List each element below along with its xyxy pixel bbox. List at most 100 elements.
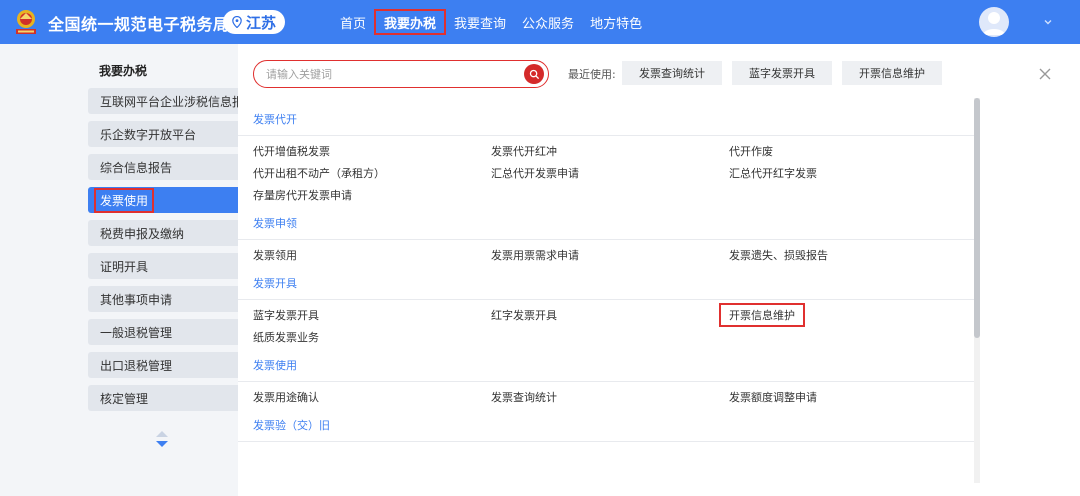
sidebar-list: 互联网平台企业涉税信息报送 乐企数字开放平台 综合信息报告 发票使用 税费申报及… bbox=[88, 88, 238, 418]
service-label: 发票代开红冲 bbox=[491, 145, 557, 158]
service-link[interactable]: 纸质发票业务 bbox=[253, 328, 491, 346]
section-title: 发票验（交）旧 bbox=[238, 412, 974, 442]
recent-label: 最近使用: bbox=[568, 68, 616, 81]
service-label: 代开增值税发票 bbox=[253, 145, 330, 158]
section-title: 发票使用 bbox=[238, 352, 974, 382]
section-items: 蓝字发票开具 红字发票开具 开票信息维护 纸质发票业务 bbox=[238, 300, 978, 352]
region-label: 江苏 bbox=[245, 13, 276, 32]
service-label: 汇总代开红字发票 bbox=[729, 167, 817, 180]
sidebar-item-label: 出口退税管理 bbox=[100, 358, 173, 373]
nav-home[interactable]: 首页 bbox=[332, 8, 374, 36]
search-button[interactable] bbox=[524, 64, 544, 84]
section-items: 发票用途确认 发票查询统计 发票额度调整申请 bbox=[238, 382, 978, 412]
section-invoice-verify: 发票验（交）旧 bbox=[238, 412, 978, 442]
close-icon[interactable] bbox=[1038, 67, 1052, 81]
service-link[interactable]: 发票用途确认 bbox=[253, 388, 491, 406]
scrollbar-thumb[interactable] bbox=[974, 98, 980, 338]
service-label: 代开出租不动产（承租方） bbox=[253, 167, 385, 180]
recent-chip[interactable]: 蓝字发票开具 bbox=[732, 61, 832, 85]
scrollbar[interactable] bbox=[974, 98, 980, 483]
service-label: 开票信息维护 bbox=[719, 303, 805, 327]
service-label: 发票领用 bbox=[253, 249, 297, 262]
recent-chip[interactable]: 开票信息维护 bbox=[842, 61, 942, 85]
service-label: 发票额度调整申请 bbox=[729, 391, 817, 404]
service-label: 红字发票开具 bbox=[491, 309, 557, 322]
sidebar-title: 我要办税 bbox=[99, 64, 148, 78]
sidebar-item-label: 互联网平台企业涉税信息报送 bbox=[100, 94, 238, 109]
sidebar-item-label: 综合信息报告 bbox=[100, 160, 173, 175]
section-invoice-issue: 发票开具 蓝字发票开具 红字发票开具 开票信息维护 纸质发票业务 bbox=[238, 270, 978, 352]
sidebar-item-leqi-platform[interactable]: 乐企数字开放平台 bbox=[88, 121, 238, 147]
nav-do-tax[interactable]: 我要办税 bbox=[374, 9, 447, 35]
section-title: 发票申领 bbox=[238, 210, 974, 240]
service-label: 发票查询统计 bbox=[491, 391, 557, 404]
sidebar-item-certificate[interactable]: 证明开具 bbox=[88, 253, 238, 279]
section-title: 发票代开 bbox=[238, 106, 974, 136]
sidebar-item-label: 核定管理 bbox=[100, 391, 149, 406]
sidebar-item-label: 一般退税管理 bbox=[100, 325, 173, 340]
service-label: 代开作废 bbox=[729, 145, 773, 158]
sidebar-item-label: 税费申报及缴纳 bbox=[100, 226, 185, 241]
service-label: 存量房代开发票申请 bbox=[253, 189, 352, 202]
sidebar-item-platform-report[interactable]: 互联网平台企业涉税信息报送 bbox=[88, 88, 238, 114]
service-link[interactable]: 发票额度调整申请 bbox=[729, 388, 979, 406]
service-link[interactable]: 汇总代开发票申请 bbox=[491, 164, 729, 182]
section-title: 发票开具 bbox=[238, 270, 974, 300]
top-header: 全国统一规范电子税务局 江苏 首页 我要办税 我要查询 公众服务 地方特色 bbox=[0, 0, 1080, 44]
service-link[interactable]: 发票遗失、损毁报告 bbox=[729, 246, 979, 264]
search-box bbox=[253, 60, 549, 88]
service-link[interactable]: 代开增值税发票 bbox=[253, 142, 491, 160]
nav-public-service[interactable]: 公众服务 bbox=[514, 8, 582, 36]
sidebar-item-export-refund[interactable]: 出口退税管理 bbox=[88, 352, 238, 378]
search-icon bbox=[529, 69, 539, 79]
sidebar-item-tax-filing[interactable]: 税费申报及缴纳 bbox=[88, 220, 238, 246]
service-list: 发票代开 代开增值税发票 发票代开红冲 代开作废 代开出租不动产（承租方） 汇总… bbox=[238, 106, 978, 442]
section-invoice-agent: 发票代开 代开增值税发票 发票代开红冲 代开作废 代开出租不动产（承租方） 汇总… bbox=[238, 106, 978, 210]
service-link[interactable]: 发票查询统计 bbox=[491, 388, 729, 406]
service-link[interactable]: 发票领用 bbox=[253, 246, 491, 264]
sidebar-item-invoice-use[interactable]: 发票使用 bbox=[88, 187, 238, 213]
recent-chip[interactable]: 发票查询统计 bbox=[622, 61, 722, 85]
main-panel: 最近使用: 发票查询统计 蓝字发票开具 开票信息维护 发票代开 代开增值税发票 … bbox=[238, 44, 1080, 496]
service-label: 纸质发票业务 bbox=[253, 331, 319, 344]
service-link[interactable]: 存量房代开发票申请 bbox=[253, 186, 491, 204]
service-link-highlighted[interactable]: 开票信息维护 bbox=[719, 303, 979, 327]
sidebar-item-label: 乐企数字开放平台 bbox=[100, 127, 197, 142]
service-link[interactable]: 代开出租不动产（承租方） bbox=[253, 164, 491, 182]
site-brand[interactable]: 全国统一规范电子税务局 bbox=[48, 11, 230, 35]
main-nav: 首页 我要办税 我要查询 公众服务 地方特色 bbox=[332, 0, 650, 44]
service-link[interactable]: 发票代开红冲 bbox=[491, 142, 729, 160]
section-items: 代开增值税发票 发票代开红冲 代开作废 代开出租不动产（承租方） 汇总代开发票申… bbox=[238, 136, 978, 210]
sidebar: 我要办税 互联网平台企业涉税信息报送 乐企数字开放平台 综合信息报告 发票使用 … bbox=[0, 44, 238, 496]
section-invoice-use: 发票使用 发票用途确认 发票查询统计 发票额度调整申请 bbox=[238, 352, 978, 412]
service-label: 蓝字发票开具 bbox=[253, 309, 319, 322]
section-invoice-apply: 发票申领 发票领用 发票用票需求申请 发票遗失、损毁报告 bbox=[238, 210, 978, 270]
search-input[interactable] bbox=[264, 65, 514, 83]
user-icon bbox=[983, 12, 1005, 35]
service-link[interactable]: 红字发票开具 bbox=[491, 306, 729, 324]
user-avatar[interactable] bbox=[979, 7, 1009, 37]
service-label: 汇总代开发票申请 bbox=[491, 167, 579, 180]
service-link[interactable]: 代开作废 bbox=[729, 142, 979, 160]
sidebar-item-label: 其他事项申请 bbox=[100, 292, 173, 307]
nav-local-features[interactable]: 地方特色 bbox=[582, 8, 650, 36]
tax-emblem-icon bbox=[16, 10, 36, 34]
location-pin-icon bbox=[232, 16, 242, 28]
sidebar-item-assessment[interactable]: 核定管理 bbox=[88, 385, 238, 411]
service-label: 发票用票需求申请 bbox=[491, 249, 579, 262]
nav-query[interactable]: 我要查询 bbox=[446, 8, 514, 36]
recent-chips: 发票查询统计 蓝字发票开具 开票信息维护 bbox=[622, 61, 942, 85]
service-link[interactable]: 蓝字发票开具 bbox=[253, 306, 491, 324]
sidebar-item-label: 证明开具 bbox=[100, 259, 149, 274]
service-link[interactable]: 汇总代开红字发票 bbox=[729, 164, 979, 182]
sidebar-item-info-report[interactable]: 综合信息报告 bbox=[88, 154, 238, 180]
service-label: 发票用途确认 bbox=[253, 391, 319, 404]
section-items: 发票领用 发票用票需求申请 发票遗失、损毁报告 bbox=[238, 240, 978, 270]
service-link[interactable]: 发票用票需求申请 bbox=[491, 246, 729, 264]
service-label: 发票遗失、损毁报告 bbox=[729, 249, 828, 262]
chevron-down-icon[interactable] bbox=[1042, 16, 1054, 28]
sidebar-item-refund[interactable]: 一般退税管理 bbox=[88, 319, 238, 345]
region-selector[interactable]: 江苏 bbox=[223, 10, 285, 34]
sidebar-item-other-requests[interactable]: 其他事项申请 bbox=[88, 286, 238, 312]
scroll-arrows-icon[interactable] bbox=[152, 426, 172, 454]
